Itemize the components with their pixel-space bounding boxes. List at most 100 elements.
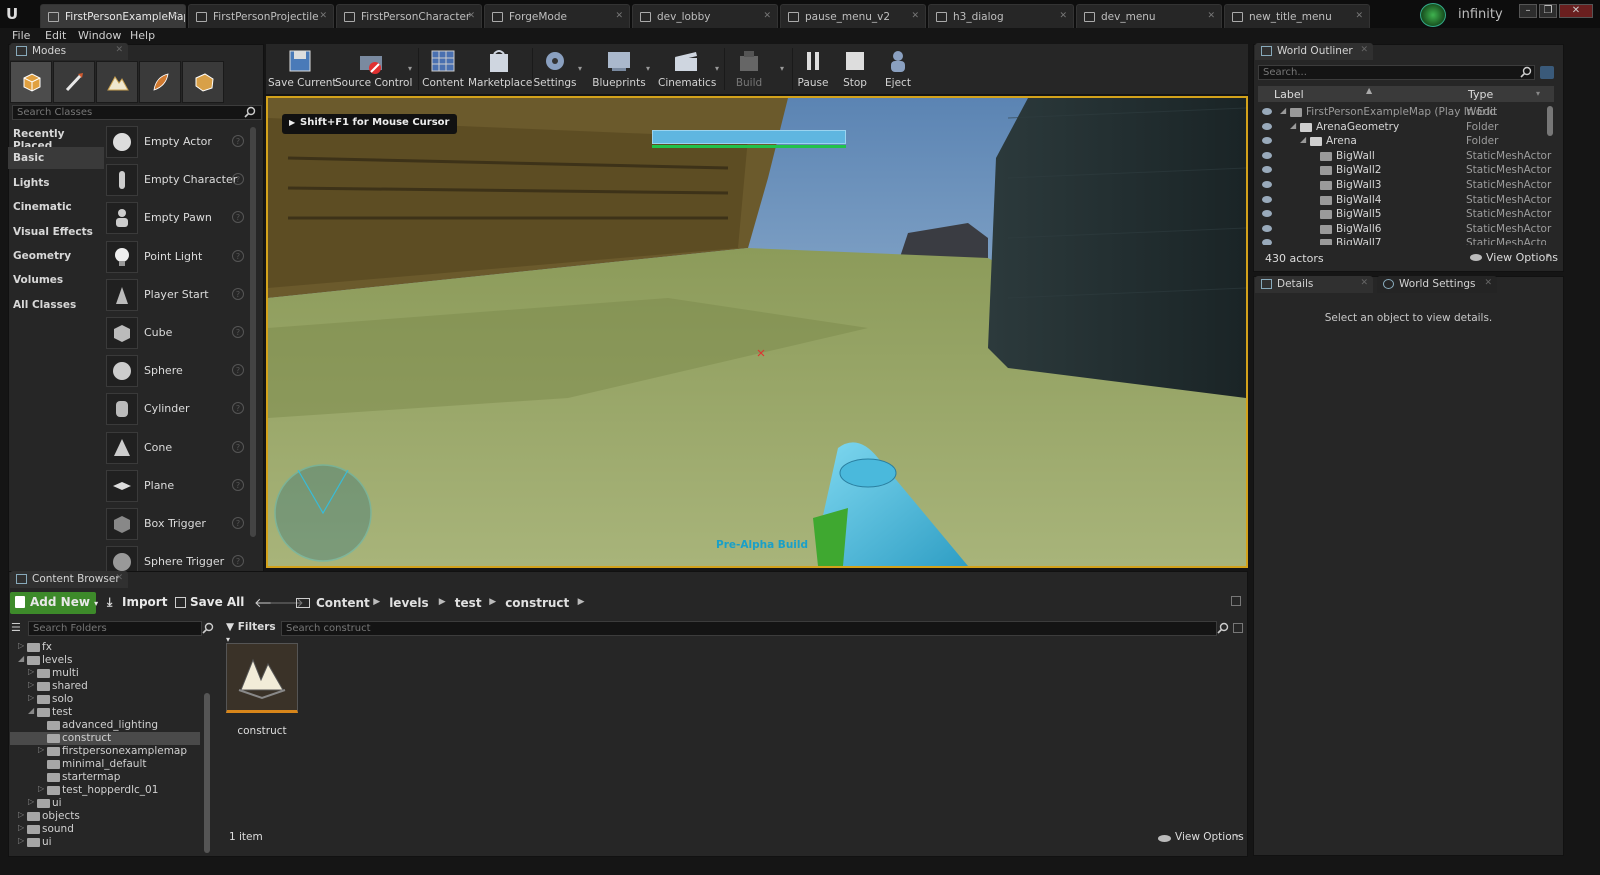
modes-scrollbar[interactable] [250, 127, 256, 537]
help-icon[interactable]: ? [232, 440, 244, 453]
folder-multi[interactable]: ▷ multi [10, 667, 200, 680]
folder-advanced-lighting[interactable]: advanced_lighting [10, 719, 200, 732]
tree-expanded-icon[interactable]: ◢ [1280, 106, 1286, 115]
outliner-row-bigwall3[interactable]: BigWall3 StaticMeshActor [1258, 178, 1551, 193]
folder-ui[interactable]: ▷ ui [10, 797, 200, 810]
level-viewport[interactable]: ▶ Shift+F1 for Mouse Cursor Pre-Alpha Bu… [266, 96, 1248, 568]
folder-minimal-default[interactable]: minimal_default [10, 758, 200, 771]
marketplace-button[interactable]: Marketplace [468, 44, 532, 94]
chevron-down-icon[interactable]: ▾ [578, 64, 582, 73]
document-tab-dev-menu[interactable]: dev_menu ✕ [1076, 4, 1222, 28]
category-cinematic[interactable]: Cinematic [8, 196, 104, 218]
folder-test[interactable]: ◢ test [10, 706, 200, 719]
close-icon[interactable]: ✕ [1355, 11, 1363, 21]
close-icon[interactable]: ✕ [171, 11, 179, 21]
label-column[interactable]: Label [1274, 88, 1304, 101]
tree-expanded-icon[interactable]: ◢ [18, 654, 24, 663]
asset-tile-construct[interactable] [226, 643, 298, 713]
folder-fx[interactable]: ▷ fx [10, 641, 200, 654]
tree-collapsed-icon[interactable]: ▷ [38, 784, 44, 793]
actor-plane[interactable]: Plane? [104, 468, 250, 504]
menu-help[interactable]: Help [130, 29, 155, 42]
tree-collapsed-icon[interactable]: ▷ [18, 810, 24, 819]
search-classes-input[interactable]: Search Classes [12, 105, 262, 120]
outliner-row-bigwall[interactable]: BigWall StaticMeshActor [1258, 149, 1551, 164]
content-view-options[interactable]: View Options [1175, 831, 1244, 843]
tree-collapsed-icon[interactable]: ▷ [18, 641, 24, 650]
chevron-right-icon[interactable]: ▶ [578, 597, 585, 607]
category-lights[interactable]: Lights [8, 172, 104, 194]
menu-file[interactable]: File [12, 29, 30, 42]
folder-tree-scrollbar[interactable] [204, 693, 210, 853]
help-icon[interactable]: ? [232, 287, 244, 300]
content-browser-tab[interactable]: Content Browser ✕ [10, 571, 128, 588]
eye-icon[interactable] [1262, 122, 1272, 130]
help-icon[interactable]: ? [232, 402, 244, 415]
place-mode-button[interactable] [10, 61, 52, 103]
eye-icon[interactable] [1262, 151, 1272, 159]
category-recently-placed[interactable]: Recently Placed [8, 123, 104, 152]
help-icon[interactable]: ? [232, 478, 244, 491]
actor-sphere[interactable]: Sphere? [104, 353, 250, 389]
close-icon[interactable]: ✕ [319, 11, 327, 21]
outliner-row-bigwall4[interactable]: BigWall4 StaticMeshActor [1258, 193, 1551, 208]
help-icon[interactable]: ? [232, 173, 244, 186]
document-tab-h3-dialog[interactable]: h3_dialog ✕ [928, 4, 1074, 28]
cinematics-button[interactable]: Cinematics [658, 44, 716, 94]
paint-mode-button[interactable] [53, 61, 95, 103]
eye-icon[interactable] [1262, 137, 1272, 145]
actor-empty-character[interactable]: Empty Character? [104, 162, 250, 198]
outliner-row-firstpersonexamplemap-play-in-edit[interactable]: ◢ FirstPersonExampleMap (Play In Edit Worl… [1258, 105, 1546, 120]
help-icon[interactable]: ? [232, 517, 244, 529]
eye-icon[interactable] [1262, 108, 1272, 115]
pause-button[interactable]: Pause [794, 44, 832, 94]
help-icon[interactable]: ? [232, 249, 244, 262]
actor-cylinder[interactable]: Cylinder? [104, 391, 250, 427]
chevron-down-icon[interactable]: ▾ [1536, 89, 1540, 98]
folder-objects[interactable]: ▷ objects [10, 810, 200, 823]
world-settings-tab[interactable]: World Settings ✕ [1377, 276, 1497, 293]
category-basic[interactable]: Basic [8, 147, 104, 170]
outliner-scrollbar[interactable] [1547, 106, 1553, 136]
document-tab-firstpersonprojectile[interactable]: FirstPersonProjectile ✕ [188, 4, 334, 28]
maximize-button[interactable]: ❐ [1539, 4, 1557, 18]
close-icon[interactable]: ✕ [115, 45, 123, 55]
outliner-row-bigwall7[interactable]: BigWall7 StaticMeshActor [1258, 236, 1546, 246]
settings-button[interactable]: Settings [533, 44, 577, 94]
document-tab-firstpersonexamplemap[interactable]: FirstPersonExampleMap ✕ [40, 4, 186, 28]
breadcrumb-content[interactable]: Content [316, 596, 370, 610]
add-new-button[interactable]: Add New ▾ [10, 592, 98, 614]
landscape-mode-button[interactable] [96, 61, 138, 103]
blueprints-button[interactable]: Blueprints [592, 44, 646, 94]
actor-box-trigger[interactable]: Box Trigger? [104, 506, 250, 542]
build-button[interactable]: Build [728, 44, 770, 94]
import-button[interactable]: ⤓ Import [102, 592, 173, 614]
document-tab-dev-lobby[interactable]: dev_lobby ✕ [632, 4, 778, 28]
outliner-row-bigwall6[interactable]: BigWall6 StaticMeshActor [1258, 222, 1551, 237]
category-visual-effects[interactable]: Visual Effects [8, 221, 104, 243]
tree-collapsed-icon[interactable]: ▷ [28, 680, 34, 689]
chevron-down-icon[interactable]: ▾ [780, 64, 784, 73]
search-icon[interactable] [1217, 622, 1229, 634]
actor-empty-pawn[interactable]: Empty Pawn? [104, 200, 250, 236]
eject-button[interactable]: Eject [878, 44, 918, 94]
tree-collapsed-icon[interactable]: ▷ [28, 797, 34, 806]
tree-collapsed-icon[interactable]: ▷ [38, 745, 44, 754]
close-icon[interactable]: ✕ [763, 11, 771, 21]
type-column[interactable]: Type [1468, 88, 1493, 101]
folder-solo[interactable]: ▷ solo [10, 693, 200, 706]
folder-shared[interactable]: ▷ shared [10, 680, 200, 693]
geometry-mode-button[interactable] [182, 61, 224, 103]
close-icon[interactable]: ✕ [115, 573, 123, 583]
outliner-row-bigwall2[interactable]: BigWall2 StaticMeshActor [1258, 163, 1551, 178]
breadcrumb-levels[interactable]: levels [389, 596, 428, 610]
eye-icon[interactable] [1262, 210, 1272, 218]
folder-levels[interactable]: ◢ levels [10, 654, 200, 667]
chevron-down-icon[interactable]: ▾ [1546, 251, 1550, 260]
close-icon[interactable]: ✕ [1360, 278, 1368, 288]
close-button[interactable]: ✕ [1559, 4, 1593, 18]
folder-firstpersonexamplemap[interactable]: ▷ firstpersonexamplemap [10, 745, 200, 758]
chevron-down-icon[interactable]: ▾ [715, 64, 719, 73]
menu-edit[interactable]: Edit [45, 29, 66, 42]
category-all-classes[interactable]: All Classes [8, 294, 104, 316]
